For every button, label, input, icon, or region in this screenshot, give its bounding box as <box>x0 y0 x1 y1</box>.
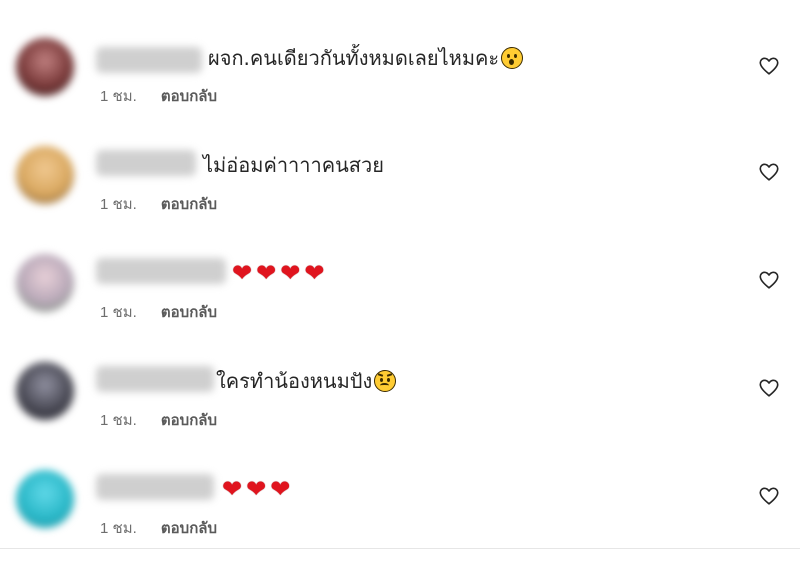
like-button[interactable] <box>758 55 780 77</box>
comment-body: ผจก.คนเดียวกันทั้งหมดเลยไหมคะ <box>208 46 500 70</box>
like-button[interactable] <box>758 161 780 183</box>
comment-body: ใครทำน้องหนมปัง <box>216 369 373 393</box>
comment-body: ไม่อ่อมค่าาาาคนสวย <box>203 153 384 177</box>
hushed-face-icon <box>501 47 524 69</box>
heart-emoji-icon: ❤ <box>256 259 277 287</box>
reply-button[interactable]: ตอบกลับ <box>161 88 217 105</box>
comment-text: ไม่อ่อมค่าาาาคนสวย <box>203 152 384 178</box>
comment-meta: 1 ชม. ตอบกลับ <box>100 520 217 538</box>
comment-item: ไม่อ่อมค่าาาาคนสวย 1 ชม. ตอบกลับ <box>0 128 800 228</box>
comment-item: ผจก.คนเดียวกันทั้งหมดเลยไหมคะ 1 ชม. ตอบก… <box>0 20 800 120</box>
divider <box>0 548 800 549</box>
comment-meta: 1 ชม. ตอบกลับ <box>100 88 217 106</box>
heart-emoji-icon: ❤ <box>304 259 325 287</box>
comment-time: 1 ชม. <box>100 412 137 429</box>
heart-outline-icon <box>759 487 779 505</box>
comment-text: ใครทำน้องหนมปัง <box>216 368 397 394</box>
like-button[interactable] <box>758 269 780 291</box>
avatar[interactable] <box>16 146 74 204</box>
comment-text: ❤ ❤ ❤ ❤ <box>232 259 328 286</box>
username-blurred[interactable] <box>96 258 226 284</box>
comment-meta: 1 ชม. ตอบกลับ <box>100 412 217 430</box>
avatar[interactable] <box>16 470 74 528</box>
username-blurred[interactable] <box>96 150 196 176</box>
comment-item: ใครทำน้องหนมปัง 1 ชม. ตอบกลับ <box>0 344 800 444</box>
reply-button[interactable]: ตอบกลับ <box>161 196 217 213</box>
username-blurred[interactable] <box>96 474 214 500</box>
heart-emoji-icon: ❤ <box>232 259 253 287</box>
reply-button[interactable]: ตอบกลับ <box>161 412 217 429</box>
avatar[interactable] <box>16 254 74 312</box>
comment-time: 1 ชม. <box>100 520 137 537</box>
reply-button[interactable]: ตอบกลับ <box>161 304 217 321</box>
avatar[interactable] <box>16 38 74 96</box>
heart-emoji-icon: ❤ <box>222 475 243 503</box>
heart-outline-icon <box>759 271 779 289</box>
comment-meta: 1 ชม. ตอบกลับ <box>100 196 217 214</box>
comment-meta: 1 ชม. ตอบกลับ <box>100 304 217 322</box>
comment-list: ผจก.คนเดียวกันทั้งหมดเลยไหมคะ 1 ชม. ตอบก… <box>0 0 800 563</box>
avatar[interactable] <box>16 362 74 420</box>
comment-text: ❤ ❤ ❤ <box>222 475 294 502</box>
like-button[interactable] <box>758 377 780 399</box>
angry-face-icon <box>374 370 397 392</box>
username-blurred[interactable] <box>96 366 214 392</box>
comment-text: ผจก.คนเดียวกันทั้งหมดเลยไหมคะ <box>208 45 524 71</box>
heart-emoji-icon: ❤ <box>280 259 301 287</box>
reply-button[interactable]: ตอบกลับ <box>161 520 217 537</box>
heart-outline-icon <box>759 57 779 75</box>
heart-emoji-icon: ❤ <box>270 475 291 503</box>
comment-item: ❤ ❤ ❤ 1 ชม. ตอบกลับ <box>0 452 800 552</box>
heart-emoji-icon: ❤ <box>246 475 267 503</box>
like-button[interactable] <box>758 485 780 507</box>
comment-time: 1 ชม. <box>100 304 137 321</box>
comment-item: ❤ ❤ ❤ ❤ 1 ชม. ตอบกลับ <box>0 236 800 336</box>
comment-time: 1 ชม. <box>100 196 137 213</box>
heart-outline-icon <box>759 379 779 397</box>
heart-outline-icon <box>759 163 779 181</box>
comment-time: 1 ชม. <box>100 88 137 105</box>
username-blurred[interactable] <box>96 47 202 73</box>
